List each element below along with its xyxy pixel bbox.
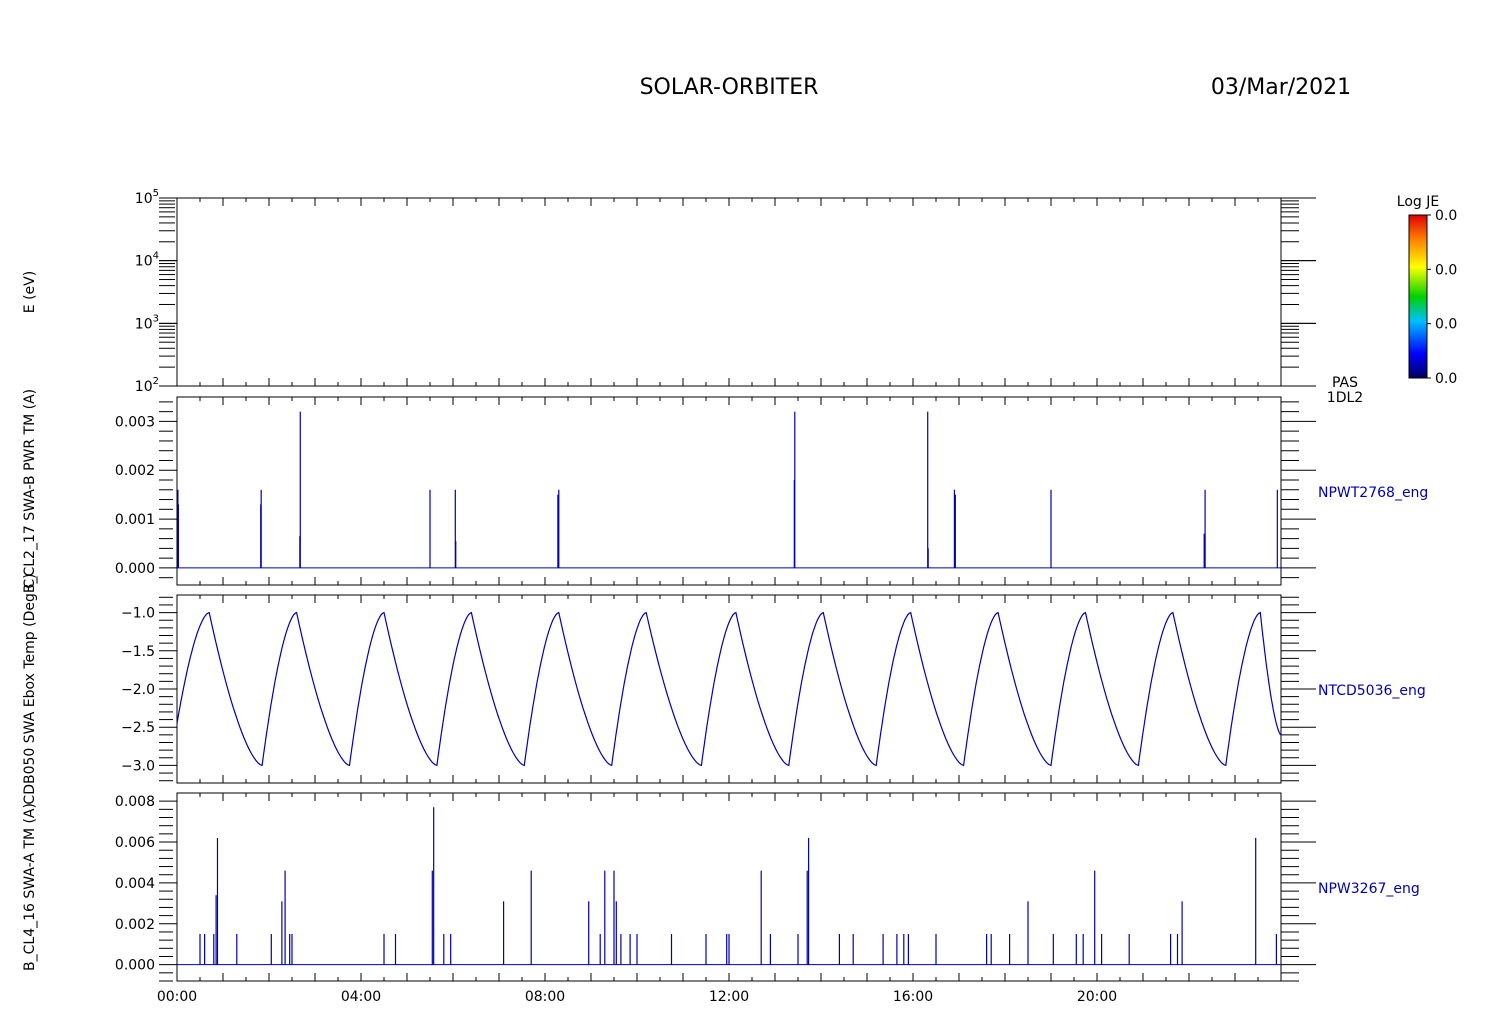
temperature-line — [176, 611, 1282, 767]
x-tick-label: 08:00 — [525, 989, 565, 1005]
y-tick-label: 0.006 — [115, 835, 155, 851]
y-tick-label-exponent: 3 — [153, 313, 159, 324]
colorbar-tick-label: 0.0 — [1435, 371, 1457, 387]
y-tick-label-exponent: 4 — [153, 251, 159, 262]
y-tick-label-base: 10 — [135, 316, 153, 332]
panel-2: B_CL2_17 SWA-B PWR TM (A) 0.000 0.001 0.002… — [22, 389, 1428, 593]
y-tick-label: 104 — [135, 251, 159, 270]
colorbar-tick-label: 0.0 — [1435, 317, 1457, 333]
y-tick-label: −1.0 — [121, 606, 155, 622]
colorbar-tick-label: 0.0 — [1435, 208, 1457, 224]
series-data — [176, 611, 1282, 767]
instrument-label: PAS — [1332, 375, 1358, 391]
y-tick-label-exponent: 5 — [153, 188, 159, 199]
y-tick-label: 0.002 — [115, 917, 155, 933]
y-axis-label: CDB050 SWA Ebox Temp (Deg C) — [22, 573, 38, 804]
x-tick-label: 00:00 — [157, 989, 197, 1005]
y-tick-label: −1.5 — [121, 644, 155, 660]
y-tick-label: 0.000 — [115, 958, 155, 974]
x-tick-label: 04:00 — [341, 989, 381, 1005]
y-tick-label: −3.0 — [121, 758, 155, 774]
y-tick-label: 0.001 — [115, 512, 155, 528]
series-data — [177, 807, 1281, 966]
y-tick-label: 103 — [135, 313, 159, 332]
panels-group: E (eV)102103104105PAS1DL2Log JE0.00.00.0… — [22, 188, 1457, 1005]
plot-date: 03/Mar/2021 — [1211, 75, 1351, 100]
y-tick-label: −2.5 — [121, 720, 155, 736]
y-tick-label-base: 10 — [135, 254, 153, 270]
panel-3: CDB050 SWA Ebox Temp (Deg C) −3.0 −2.5 −2.0… — [22, 573, 1426, 804]
y-tick-label-exponent: 2 — [153, 376, 159, 387]
panel-4: B_CL4_16 SWA-A TM (A) 0.000 0.002 0.004 0.00… — [22, 792, 1420, 982]
y-axis-label: E (eV) — [22, 271, 38, 313]
y-tick-label: 102 — [135, 376, 159, 395]
y-axis-label: B_CL4_16 SWA-A TM (A) — [22, 803, 38, 971]
panel-frame — [176, 396, 1282, 586]
y-tick-label: 105 — [135, 188, 159, 207]
y-axis-label: B_CL2_17 SWA-B PWR TM (A) — [22, 389, 38, 593]
y-tick-label: 0.000 — [115, 561, 155, 577]
x-tick-label: 20:00 — [1077, 989, 1117, 1005]
y-tick-label: 0.008 — [115, 794, 155, 810]
plot-title: SOLAR-ORBITER — [640, 75, 819, 100]
x-tick-label: 16:00 — [893, 989, 933, 1005]
y-tick-label: 0.004 — [115, 876, 155, 892]
colorbar-title: Log JE — [1397, 194, 1439, 210]
x-tick-label: 12:00 — [709, 989, 749, 1005]
y-tick-label: 0.003 — [115, 414, 155, 430]
panel-frame — [176, 197, 1282, 387]
series-data — [177, 411, 1281, 569]
y-tick-label: −2.0 — [121, 682, 155, 698]
solar-orbiter-summary-plot: SOLAR-ORBITER 03/Mar/2021 E (eV)10210310… — [22, 75, 1457, 1005]
colorbar — [1408, 214, 1428, 379]
panel-1: E (eV)102103104105PAS1DL2Log JE0.00.00.0… — [22, 188, 1457, 406]
series-label: NPW3267_eng — [1318, 881, 1420, 897]
series-label: NPWT2768_eng — [1318, 485, 1428, 501]
y-tick-label-base: 10 — [135, 191, 153, 207]
series-label: NTCD5036_eng — [1318, 683, 1426, 699]
colorbar-tick-label: 0.0 — [1435, 262, 1457, 278]
instrument-label: 1DL2 — [1327, 390, 1363, 406]
y-tick-label-base: 10 — [135, 379, 153, 395]
y-tick-label: 0.002 — [115, 463, 155, 479]
